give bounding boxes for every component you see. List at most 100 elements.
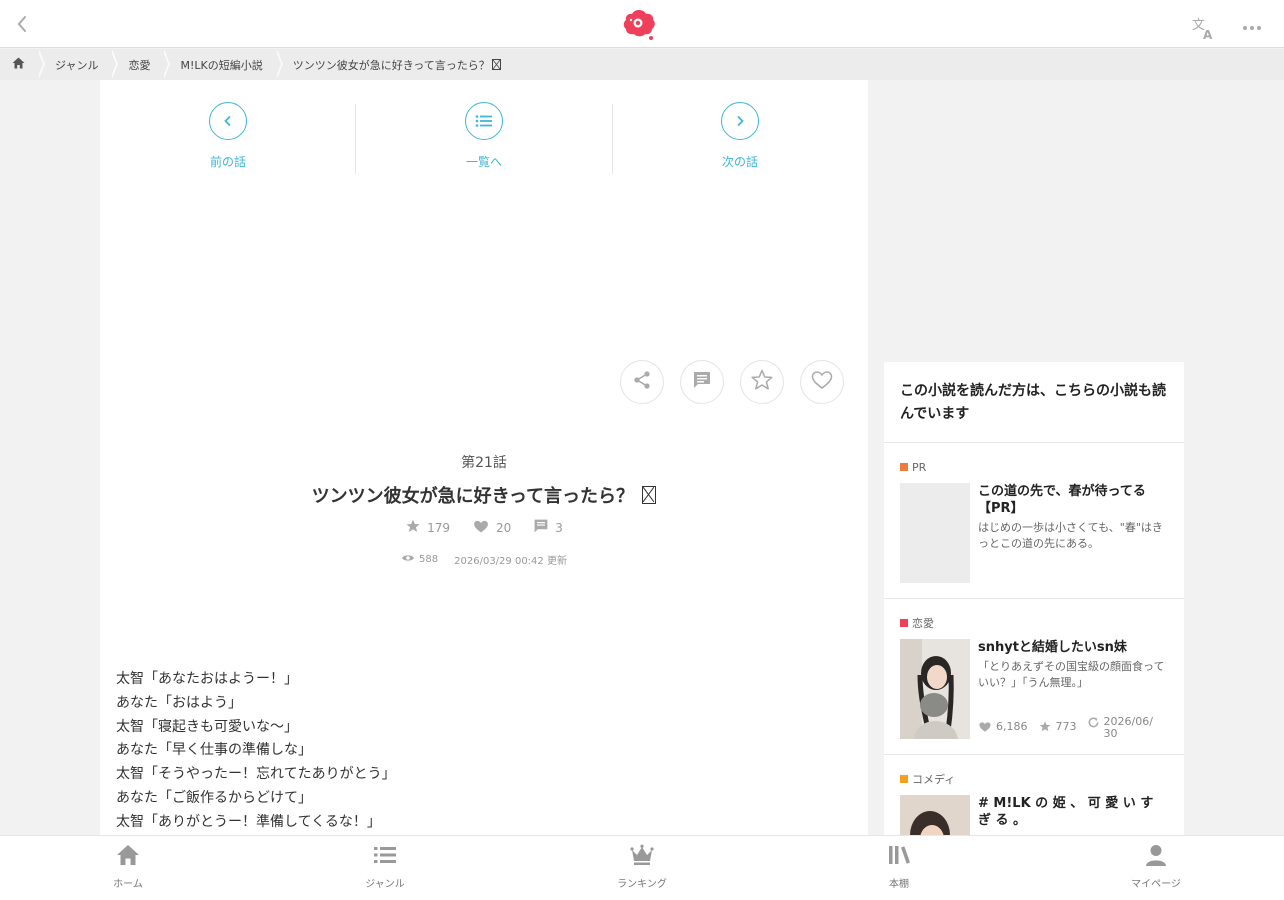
cover-photo <box>900 795 970 835</box>
recommendations-heading: この小説を読んだ方は、こちらの小説も読んでいます <box>884 362 1184 443</box>
share-icon <box>632 370 652 394</box>
divider <box>355 104 356 174</box>
updated-date-value: 2026/06/30 <box>1103 715 1153 740</box>
thumbnail-placeholder <box>900 483 970 583</box>
breadcrumb-label: ジャンル <box>55 58 99 72</box>
breadcrumb-label: ツンツン彼女が急に好きって言ったら？ <box>292 58 490 72</box>
updated-date: 2026/03/29 00:42 更新 <box>454 556 567 567</box>
body-line: 太智「あなたおはようー！」 <box>116 671 298 687</box>
recommendation-title: # M!LK の 姫 、 可 愛 い す ぎ る 。 <box>978 796 1154 828</box>
category-name: コメディ <box>912 773 956 786</box>
tab-bookshelf-label: 本棚 <box>889 879 909 890</box>
list-icon <box>373 844 397 870</box>
episode-title: ツンツン彼女が急に好きって言ったら？ <box>100 482 868 508</box>
bottom-tab-bar: ホーム ジャンル ランキング 本棚 マイページ <box>0 835 1284 900</box>
heart-icon <box>978 720 992 736</box>
refresh-icon <box>1087 716 1100 732</box>
heart-icon <box>472 518 490 537</box>
missing-glyph-icon <box>491 59 501 70</box>
episode-stats: 179 20 3 <box>100 518 868 537</box>
list-icon <box>465 102 503 140</box>
category-name: PR <box>912 460 927 474</box>
missing-glyph-icon <box>642 486 657 504</box>
body-line: 太智「寝起きも可愛いな〜」 <box>116 718 298 735</box>
recommendations-panel: この小説を読んだ方は、こちらの小説も読んでいます PR この道の先で、春が待って… <box>884 362 1184 835</box>
heart-count: 6,186 <box>978 720 1028 736</box>
category-marker <box>900 775 908 783</box>
heart-count-value: 6,186 <box>996 720 1028 733</box>
body-line: あなた「おはよう」 <box>116 694 242 711</box>
episode-number: 第21話 <box>461 455 507 471</box>
heart-count: 20 <box>472 518 511 537</box>
tab-ranking[interactable]: ランキング <box>597 844 687 890</box>
eye-icon <box>401 553 415 566</box>
main-content: 前の話 一覧へ 次の話 第21話 ツンツン彼女が急に好きって言ったら？ 179 … <box>100 80 868 835</box>
episode-meta: 588 2026/03/29 00:42 更新 <box>100 552 868 567</box>
tab-mypage-label: マイページ <box>1131 879 1181 890</box>
translate-icon[interactable]: 文 A <box>1191 15 1217 42</box>
recommendation-description: はじめの一歩は小さくても、"春"はきっとこの道の先にある。 <box>978 521 1163 550</box>
comment-button[interactable] <box>680 360 724 404</box>
home-icon <box>12 57 25 72</box>
next-episode-button[interactable]: 次の話 <box>612 102 868 177</box>
star-count-value: 773 <box>1055 720 1077 733</box>
breadcrumb-home[interactable] <box>0 49 45 80</box>
star-count-value: 179 <box>427 520 450 535</box>
recommendation-item[interactable]: PR この道の先で、春が待ってる【PR】 はじめの一歩は小さくても、"春"はきっ… <box>884 443 1184 599</box>
top-bar: 文 A <box>0 0 1284 48</box>
recommendation-stats: 6,186 773 2026/06/30 <box>978 716 1168 740</box>
body-line: 太智「そうやったー！忘れてたありがとう」 <box>116 766 396 783</box>
star-icon <box>405 518 421 537</box>
recommendation-description: 「とりあえずその国宝級の顔面食っていい？」「うん無理。」 <box>978 660 1165 689</box>
crown-icon <box>630 844 654 870</box>
breadcrumb-label: 恋愛 <box>128 58 151 72</box>
star-outline-icon <box>750 368 774 396</box>
more-icon[interactable] <box>1240 18 1264 38</box>
tab-genre-label: ジャンル <box>365 879 405 890</box>
body-line: あなた「ご飯作るからどけて」 <box>116 789 312 806</box>
episode-list-button[interactable]: 一覧へ <box>356 102 612 177</box>
share-button[interactable] <box>620 360 664 404</box>
recommendation-title: この道の先で、春が待ってる【PR】 <box>978 484 1146 516</box>
star-count: 179 <box>405 518 450 537</box>
star-icon <box>1038 720 1052 736</box>
category-name: 恋愛 <box>912 617 934 630</box>
body-line: 太智「ありがとうー！準備してくるな！」 <box>116 813 381 830</box>
breadcrumb-romance[interactable]: 恋愛 <box>114 49 171 80</box>
heart-outline-icon <box>810 368 834 396</box>
tab-mypage[interactable]: マイページ <box>1111 844 1201 890</box>
body-line: あなた「早く仕事の準備しな」 <box>116 742 312 759</box>
tab-home[interactable]: ホーム <box>83 844 173 890</box>
home-icon <box>116 844 140 870</box>
recommendation-title: snhytと結婚したいsn妹 <box>978 640 1127 655</box>
breadcrumb-label: M!LKの短編小説 <box>180 58 263 72</box>
episode-nav: 前の話 一覧へ 次の話 <box>100 102 868 177</box>
breadcrumb-episode: ツンツン彼女が急に好きって言ったら？ <box>279 49 517 80</box>
like-button[interactable] <box>800 360 844 404</box>
chevron-left-icon <box>209 102 247 140</box>
tab-bookshelf[interactable]: 本棚 <box>854 844 944 890</box>
tab-genre[interactable]: ジャンル <box>340 844 430 890</box>
chevron-right-icon <box>721 102 759 140</box>
comment-icon <box>692 370 712 394</box>
tab-home-label: ホーム <box>113 879 143 890</box>
heart-count-value: 20 <box>495 520 512 535</box>
recommendation-item[interactable]: 恋愛 snhytと結婚したいsn妹 「とりあえずその国宝級の顔面食っていい？」「… <box>884 599 1184 755</box>
brand-logo-icon[interactable] <box>622 8 656 40</box>
recommendation-item[interactable]: コメディ # M!LK の 姫 、 可 愛 い す ぎ る 。 <box>884 755 1184 835</box>
breadcrumb-novel[interactable]: M!LKの短編小説 <box>166 49 283 80</box>
category-marker <box>900 463 908 471</box>
favorite-star-button[interactable] <box>740 360 784 404</box>
chevron-left-icon[interactable] <box>10 12 34 36</box>
episode-body: 太智「あなたおはようー！」 あなた「おはよう」 太智「寝起きも可愛いな〜」 あな… <box>116 668 396 835</box>
prev-episode-label: 前の話 <box>209 155 246 169</box>
comment-icon <box>533 518 549 537</box>
comment-count-value: 3 <box>555 520 563 535</box>
prev-episode-button[interactable]: 前の話 <box>100 102 356 177</box>
cover-photo <box>900 639 970 739</box>
breadcrumb: ジャンル 恋愛 M!LKの短編小説 ツンツン彼女が急に好きって言ったら？ <box>0 49 1284 80</box>
breadcrumb-genre[interactable]: ジャンル <box>41 49 119 80</box>
view-count-value: 588 <box>419 554 439 565</box>
episode-actions <box>620 360 844 404</box>
divider <box>612 104 613 174</box>
